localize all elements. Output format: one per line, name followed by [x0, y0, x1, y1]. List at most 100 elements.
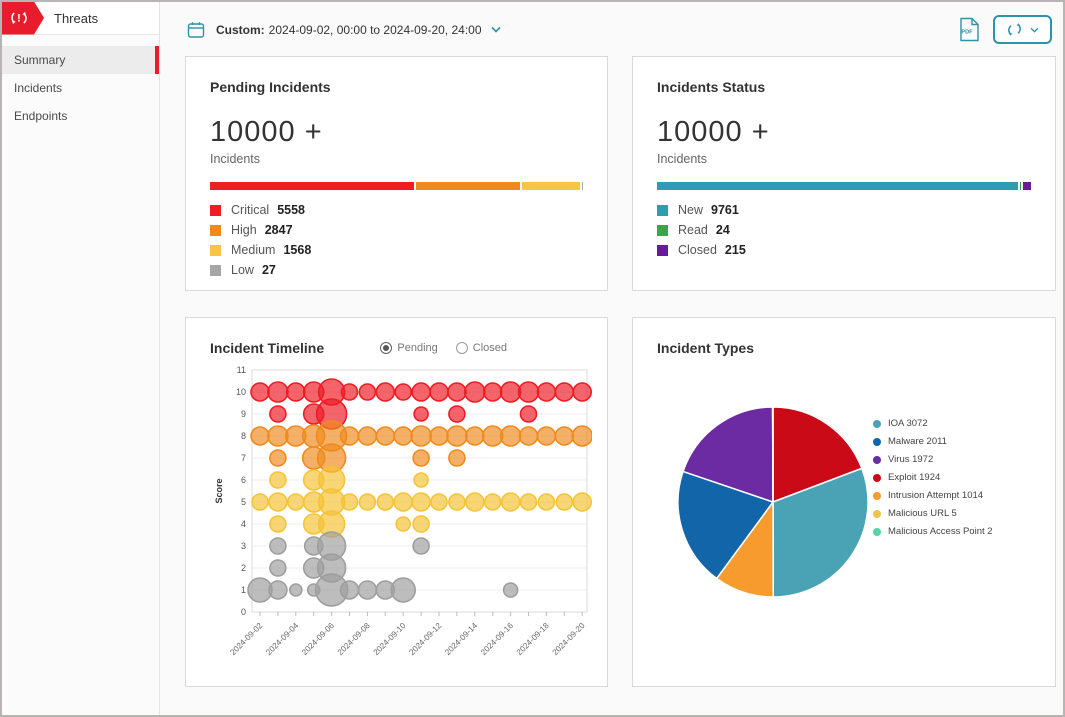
svg-text:Score: Score — [214, 478, 224, 503]
page-title: Threats — [54, 11, 98, 26]
toolbar-actions: PDF — [959, 15, 1053, 44]
svg-text:5: 5 — [241, 497, 246, 507]
svg-text:8: 8 — [241, 431, 246, 441]
card-title: Incident Types — [657, 340, 1031, 356]
legend-swatch — [210, 225, 221, 236]
incidents-status-card: Incidents Status 10000 + Incidents New97… — [632, 56, 1056, 291]
pie-legend-label: Exploit 1924 — [888, 472, 940, 483]
legend-row-low: Low27 — [210, 263, 583, 277]
date-chevron-down-icon — [491, 26, 501, 33]
toolbar: Custom: 2024-09-02, 00:00 to 2024-09-20,… — [160, 2, 1063, 46]
pie-legend-dot — [873, 528, 881, 536]
svg-text:2024-09-08: 2024-09-08 — [336, 621, 372, 657]
main-area: Custom: 2024-09-02, 00:00 to 2024-09-20,… — [160, 2, 1063, 715]
card-title: Pending Incidents — [210, 79, 583, 95]
radio-label: Pending — [397, 342, 437, 354]
severity-legend: Critical 5558 High 2847 Medium 1568 Low27 — [210, 203, 583, 277]
pie-legend-row: Malicious Access Point 2 — [873, 526, 993, 537]
legend-row-read: Read 24 — [657, 223, 1031, 237]
incident-types-card: Incident Types IOA 3072 Malware 2011 Virus… — [632, 317, 1056, 687]
svg-text:4: 4 — [241, 519, 246, 529]
sidebar-item-incidents[interactable]: Incidents — [2, 74, 159, 102]
refresh-button[interactable] — [993, 15, 1052, 44]
bar-segment-new — [657, 182, 1018, 190]
svg-text:PDF: PDF — [961, 30, 973, 36]
bar-segment-medium — [522, 182, 580, 190]
pie-legend-dot — [873, 420, 881, 428]
svg-text:2: 2 — [241, 563, 246, 573]
timeline-filter-radios: Pending Closed — [380, 342, 507, 354]
legend-label: Read — [678, 223, 708, 237]
calendar-icon — [187, 21, 205, 39]
svg-text:6: 6 — [241, 475, 246, 485]
bar-segment-high — [416, 182, 520, 190]
svg-text:1: 1 — [241, 585, 246, 595]
date-range-value: 2024-09-02, 00:00 to 2024-09-20, 24:00 — [269, 23, 482, 37]
legend-value: 1568 — [283, 243, 311, 257]
radio-circle — [380, 342, 392, 354]
incident-types-pie-chart — [675, 404, 871, 600]
card-title: Incidents Status — [657, 79, 1031, 95]
pie-legend-row: Exploit 1924 — [873, 472, 993, 483]
incident-types-legend: IOA 3072 Malware 2011 Virus 1972 Exploit 19… — [873, 418, 993, 544]
pie-legend-label: Virus 1972 — [888, 454, 933, 465]
incident-timeline-card: Incident Timeline PendingClosed 01234567… — [185, 317, 608, 687]
incidents-status-count: 10000 + — [657, 116, 1031, 149]
radio-pending[interactable]: Pending — [380, 342, 437, 354]
pie-legend-dot — [873, 456, 881, 464]
legend-row-critical: Critical 5558 — [210, 203, 583, 217]
legend-label: Medium — [231, 243, 275, 257]
date-range-prefix: Custom: — [216, 23, 265, 37]
svg-text:2024-09-12: 2024-09-12 — [407, 621, 443, 657]
bar-segment-closed — [1023, 182, 1031, 190]
cards-grid: Pending Incidents 10000 + Incidents Crit… — [160, 46, 1063, 687]
legend-value: 24 — [716, 223, 730, 237]
svg-text:2024-09-02: 2024-09-02 — [228, 621, 264, 657]
legend-label: High — [231, 223, 257, 237]
date-range-control[interactable]: Custom: 2024-09-02, 00:00 to 2024-09-20,… — [187, 21, 501, 39]
legend-value: 2847 — [265, 223, 293, 237]
refresh-chevron-down-icon — [1030, 27, 1039, 33]
sidebar-item-endpoints[interactable]: Endpoints — [2, 102, 159, 130]
legend-value: 5558 — [277, 203, 305, 217]
export-pdf-button[interactable]: PDF — [959, 17, 980, 42]
bar-segment-low — [582, 182, 583, 190]
svg-text:2024-09-14: 2024-09-14 — [443, 621, 479, 657]
legend-row-closed: Closed215 — [657, 243, 1031, 257]
timeline-header: Incident Timeline PendingClosed — [210, 340, 583, 356]
threats-icon: ! — [9, 8, 29, 28]
pie-legend-dot — [873, 492, 881, 500]
sidebar-header: ! Threats — [2, 2, 159, 35]
svg-text:2024-09-04: 2024-09-04 — [264, 621, 300, 657]
svg-text:0: 0 — [241, 607, 246, 617]
svg-text:9: 9 — [241, 409, 246, 419]
pie-legend-row: IOA 3072 — [873, 418, 993, 429]
legend-row-high: High 2847 — [210, 223, 583, 237]
sidebar-item-summary[interactable]: Summary — [2, 46, 159, 74]
legend-label: Low — [231, 263, 254, 277]
threats-banner: ! — [2, 2, 44, 35]
radio-circle — [456, 342, 468, 354]
svg-text:2024-09-18: 2024-09-18 — [515, 621, 551, 657]
pie-legend-label: Malware 2011 — [888, 436, 947, 447]
legend-label: Critical — [231, 203, 269, 217]
radio-closed[interactable]: Closed — [456, 342, 507, 354]
legend-swatch — [657, 225, 668, 236]
pie-wrap — [675, 404, 871, 605]
incident-timeline-bubble-chart: 01234567891011Score2024-09-022024-09-042… — [210, 362, 592, 662]
legend-label: New — [678, 203, 703, 217]
status-legend: New 9761Read 24 Closed215 — [657, 203, 1031, 257]
pending-incidents-card: Pending Incidents 10000 + Incidents Crit… — [185, 56, 608, 291]
legend-swatch — [210, 205, 221, 216]
timeline-chart-wrap: 01234567891011Score2024-09-022024-09-042… — [210, 362, 583, 667]
threats-dashboard-window: ! Threats SummaryIncidentsEndpoints Cust… — [0, 0, 1065, 717]
svg-text:2024-09-16: 2024-09-16 — [479, 621, 515, 657]
legend-row-new: New 9761 — [657, 203, 1031, 217]
pie-legend-row: Malicious URL 5 — [873, 508, 993, 519]
pie-legend-dot — [873, 438, 881, 446]
svg-text:2024-09-06: 2024-09-06 — [300, 621, 336, 657]
svg-text:11: 11 — [237, 365, 246, 375]
legend-value: 9761 — [711, 203, 739, 217]
legend-swatch — [210, 245, 221, 256]
pie-legend-row: Malware 2011 — [873, 436, 993, 447]
